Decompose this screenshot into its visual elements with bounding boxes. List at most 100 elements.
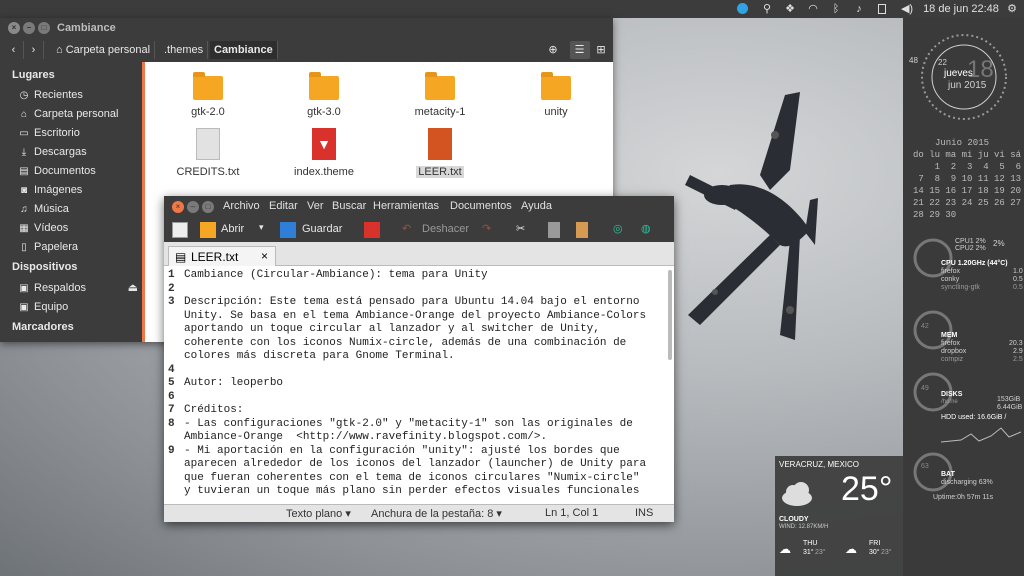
menu-ver[interactable]: Ver: [307, 200, 324, 212]
sidebar-item-recent[interactable]: ◷ Recientes: [18, 87, 83, 103]
dropbox-icon[interactable]: ❖: [783, 0, 797, 18]
location-icon[interactable]: ⊕: [543, 41, 563, 59]
cpu-header: CPU 1.20GHz (44°C): [941, 260, 1008, 267]
bell-icon[interactable]: ♪: [852, 0, 866, 18]
tab-width-selector[interactable]: Anchura de la pestaña: 8 ▾: [371, 507, 502, 520]
file-item[interactable]: gtk-3.0: [279, 72, 369, 118]
editor-toolbar: Abrir ▾ Guardar ↶ Deshacer ↷ ✂ ◎ ◍: [164, 218, 674, 242]
clock-icon: ◷: [19, 90, 29, 101]
cpu2-label: CPU2 2%: [955, 245, 986, 252]
editor-statusbar: Texto plano ▾ Anchura de la pestaña: 8 ▾…: [164, 504, 674, 522]
rain-cloud-icon: ☁: [779, 542, 791, 556]
sidebar-item-home[interactable]: ⌂ Carpeta personal: [18, 106, 118, 122]
weather-wind: WIND: 12.87KM/H: [779, 524, 829, 530]
paste-icon[interactable]: [576, 222, 588, 238]
sidebar-item-videos[interactable]: ▦ Vídeos: [18, 220, 68, 236]
minimize-button[interactable]: –: [187, 201, 199, 213]
forecast-day: THU: [803, 540, 818, 547]
editor-line[interactable]: colores más discreta para Gnome Terminal…: [184, 350, 455, 362]
editor-line[interactable]: Ambiance-Orange <http://www.ravefinity.b…: [184, 431, 547, 443]
scrollbar[interactable]: [668, 270, 672, 360]
list-view-icon[interactable]: ☰: [570, 41, 590, 59]
search-icon[interactable]: ◎: [613, 222, 623, 235]
close-button[interactable]: ×: [172, 201, 184, 213]
clock-month: jun 2015: [948, 80, 987, 91]
search-replace-icon[interactable]: ◍: [641, 222, 651, 235]
editor-line[interactable]: - Las configuraciones "gtk-2.0" y "metac…: [184, 418, 633, 430]
clock[interactable]: 18 de jun 22:48: [920, 0, 1002, 18]
file-item[interactable]: metacity-1: [395, 72, 485, 118]
save-button[interactable]: Guardar: [302, 223, 342, 235]
mem-proc: firefox: [941, 340, 961, 347]
file-item-selected[interactable]: LEER.txt: [395, 128, 485, 178]
undo-button[interactable]: Deshacer: [422, 223, 469, 235]
breadcrumb-themes[interactable]: .themes: [160, 41, 209, 59]
sidebar-item-documents[interactable]: ▤ Documentos: [18, 163, 96, 179]
paperclip-icon[interactable]: ⚲: [760, 0, 774, 18]
drive-icon: ▣: [19, 302, 29, 313]
copy-icon[interactable]: [548, 222, 560, 238]
back-button[interactable]: ‹: [4, 41, 24, 59]
editor-line[interactable]: - Mi aportación en la configuración "uni…: [184, 445, 620, 457]
menu-archivo[interactable]: Archivo: [223, 200, 260, 212]
open-button[interactable]: Abrir: [221, 223, 244, 235]
close-tab-icon[interactable]: ×: [261, 249, 268, 263]
cut-icon[interactable]: ✂: [516, 222, 525, 235]
save-icon[interactable]: [280, 222, 296, 238]
folder-icon: [425, 72, 455, 100]
home-icon: ⌂: [56, 44, 63, 56]
menu-herramientas[interactable]: Herramientas: [373, 200, 439, 212]
grid-view-icon[interactable]: ⊞: [592, 41, 610, 59]
sidebar-item-backups[interactable]: ▣ Respaldos ⏏: [18, 280, 138, 296]
print-icon[interactable]: [364, 222, 380, 238]
editor-line[interactable]: que fueran coherentes con el tema de ico…: [184, 472, 639, 484]
sync-icon[interactable]: [735, 0, 749, 18]
new-document-icon[interactable]: [172, 222, 188, 238]
file-item[interactable]: ▼ index.theme: [279, 128, 369, 178]
eject-icon[interactable]: ⏏: [128, 280, 138, 296]
sidebar-item-music[interactable]: ♫ Música: [18, 201, 69, 217]
redo-icon[interactable]: ↷: [482, 222, 491, 235]
close-button[interactable]: ×: [8, 22, 20, 34]
wifi-icon[interactable]: ◠: [806, 0, 820, 18]
menu-editar[interactable]: Editar: [269, 200, 298, 212]
editor-line[interactable]: Descripción: Este tema está pensado para…: [184, 296, 639, 308]
editor-line[interactable]: y tuvieran un toque más plano sin perder…: [184, 485, 639, 497]
open-dropdown-icon[interactable]: ▾: [259, 222, 264, 233]
bluetooth-icon[interactable]: ᛒ: [829, 0, 843, 18]
sidebar-item-trash[interactable]: ▯ Papelera: [18, 239, 78, 255]
editor-line[interactable]: Cambiance (Circular-Ambiance): tema para…: [184, 269, 488, 281]
editor-line[interactable]: aportando un toque circular al lanzador …: [184, 323, 600, 335]
editor-text-area[interactable]: 1 Cambiance (Circular-Ambiance): tema par…: [164, 266, 674, 504]
undo-icon[interactable]: ↶: [402, 222, 411, 235]
volume-icon[interactable]: ◀): [898, 0, 916, 18]
file-item[interactable]: gtk-2.0: [163, 72, 253, 118]
maximize-button[interactable]: □: [38, 22, 50, 34]
file-item[interactable]: unity: [511, 72, 601, 118]
menu-ayuda[interactable]: Ayuda: [521, 200, 552, 212]
sidebar-item-computer[interactable]: ▣ Equipo: [18, 299, 68, 315]
editor-line[interactable]: Autor: leoperbo: [184, 377, 283, 389]
sidebar-item-pictures[interactable]: ◙ Imágenes: [18, 182, 82, 198]
editor-line[interactable]: coherente con los iconos Numix-circle, a…: [184, 337, 626, 349]
menu-documentos[interactable]: Documentos: [450, 200, 512, 212]
sidebar-item-downloads[interactable]: ⤓ Descargas: [18, 144, 87, 160]
editor-line[interactable]: aparecen alrededor de los iconos del lan…: [184, 458, 646, 470]
gear-icon[interactable]: ⚙: [1005, 0, 1019, 18]
tab-leer[interactable]: ▤ LEER.txt ×: [168, 246, 276, 266]
syntax-selector[interactable]: Texto plano ▾: [286, 507, 351, 520]
sidebar-item-desktop[interactable]: ▭ Escritorio: [18, 125, 80, 141]
maximize-button[interactable]: □: [202, 201, 214, 213]
line-number: 2: [168, 282, 175, 295]
editor-line[interactable]: Créditos:: [184, 404, 243, 416]
forward-button[interactable]: ›: [24, 41, 44, 59]
file-item[interactable]: CREDITS.txt: [163, 128, 253, 178]
open-folder-icon[interactable]: [200, 222, 216, 238]
menu-buscar[interactable]: Buscar: [332, 200, 366, 212]
document-icon: ▤: [19, 166, 29, 177]
battery-icon[interactable]: [875, 0, 889, 18]
editor-line[interactable]: Unity. Se basa en el tema Ambiance-Orang…: [184, 310, 646, 322]
breadcrumb-cambiance[interactable]: Cambiance: [210, 41, 278, 59]
minimize-button[interactable]: –: [23, 22, 35, 34]
breadcrumb-home[interactable]: ⌂ Carpeta personal: [52, 41, 156, 59]
